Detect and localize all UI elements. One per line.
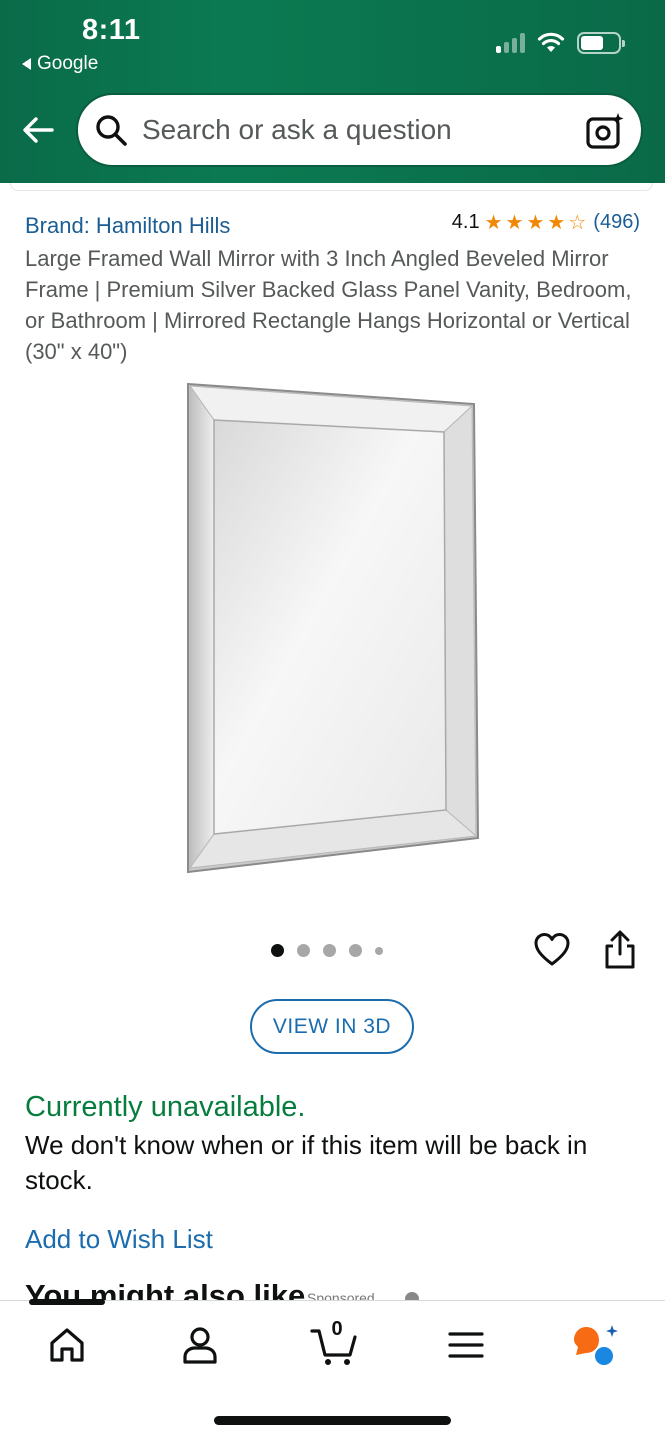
availability-description: We don't know when or if this item will … [25, 1130, 588, 1195]
product-image[interactable] [184, 382, 480, 874]
cellular-signal-icon [496, 33, 525, 53]
search-icon [96, 115, 127, 146]
share-icon[interactable] [603, 930, 637, 970]
product-title: Large Framed Wall Mirror with 3 Inch Ang… [25, 246, 632, 364]
carousel-dot[interactable] [375, 946, 383, 955]
cart-count-badge: 0 [331, 1318, 343, 1340]
camera-search-icon[interactable] [585, 111, 625, 151]
back-arrow-icon[interactable] [20, 112, 56, 148]
search-bar[interactable] [76, 93, 643, 167]
wifi-icon [537, 32, 565, 52]
star-empty-icon: ☆ [568, 211, 587, 234]
back-to-app-link[interactable]: Google [22, 53, 98, 75]
rating-summary[interactable]: 4.1 ★ ★ ★ ★ ☆ (496) [452, 211, 640, 234]
back-app-label: Google [37, 53, 99, 74]
carousel-dot[interactable] [297, 944, 310, 957]
carousel-dot[interactable] [323, 944, 336, 957]
back-triangle-icon [22, 58, 31, 70]
star-full-icon: ★ [547, 211, 566, 234]
star-full-icon: ★ [484, 211, 503, 234]
star-full-icon: ★ [505, 211, 524, 234]
menu-icon[interactable] [444, 1323, 488, 1367]
status-time: 8:11 [82, 14, 141, 46]
active-tab-indicator [29, 1299, 105, 1305]
home-icon[interactable] [45, 1323, 89, 1367]
heart-icon[interactable] [534, 932, 570, 968]
rating-count[interactable]: (496) [593, 211, 640, 234]
search-input[interactable] [142, 114, 562, 146]
add-to-wish-list-link[interactable]: Add to Wish List [25, 1224, 213, 1255]
battery-icon [577, 32, 625, 54]
rufus-icon[interactable] [572, 1323, 620, 1367]
availability-status: Currently unavailable. [25, 1091, 306, 1123]
account-icon[interactable] [178, 1323, 222, 1367]
brand-link[interactable]: Brand: Hamilton Hills [25, 213, 230, 239]
carousel-dot-active[interactable] [271, 944, 284, 957]
view-in-3d-button[interactable]: VIEW IN 3D [250, 999, 414, 1054]
star-full-icon: ★ [526, 211, 545, 234]
home-indicator [214, 1416, 451, 1425]
previous-card-edge [10, 183, 653, 191]
carousel-dot[interactable] [349, 944, 362, 957]
status-icons [496, 32, 625, 54]
rating-value: 4.1 [451, 211, 480, 233]
image-carousel-dots[interactable] [271, 944, 383, 957]
app-header: 8:11 Google [0, 0, 665, 183]
